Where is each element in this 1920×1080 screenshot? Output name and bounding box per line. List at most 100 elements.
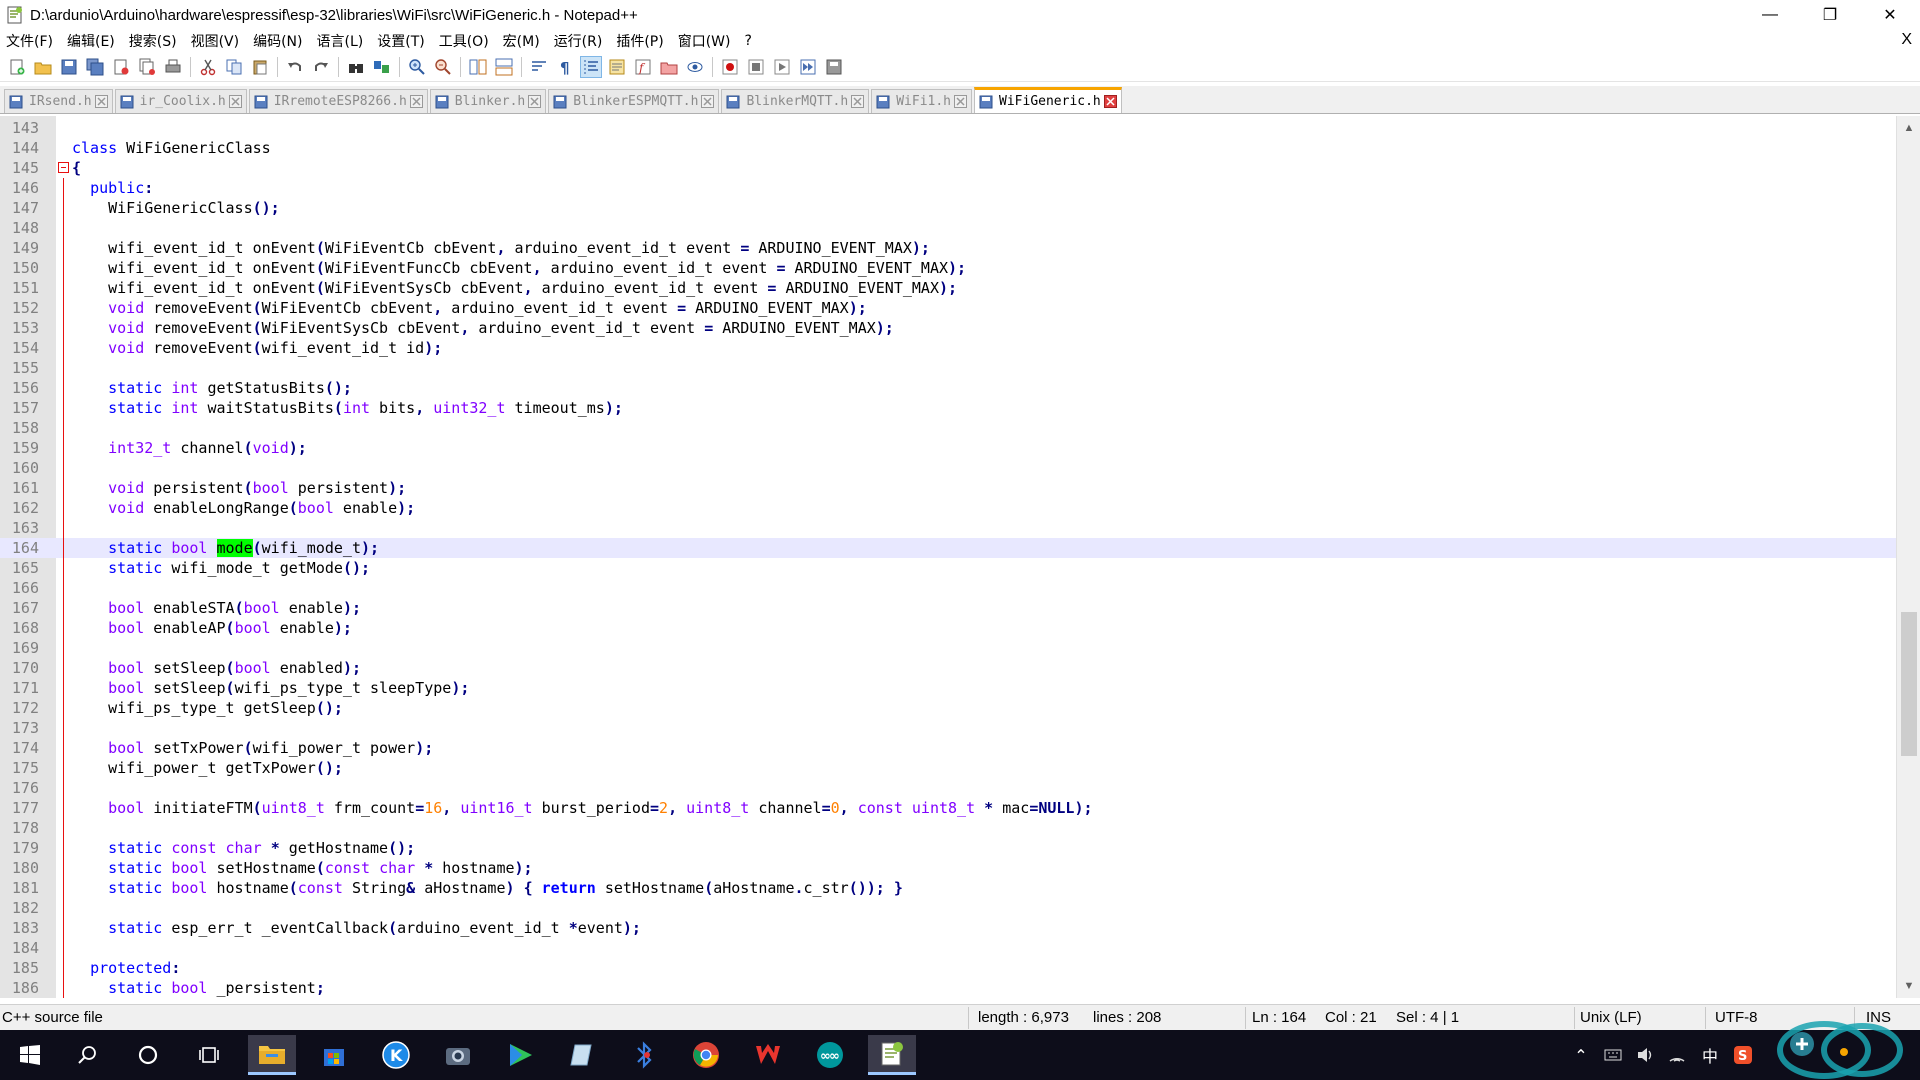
code-line[interactable]: 143 <box>0 118 1896 138</box>
code-text[interactable]: bool enableSTA(bool enable); <box>72 598 361 618</box>
undo-icon[interactable] <box>284 56 306 78</box>
code-line[interactable]: 183 static esp_err_t _eventCallback(ardu… <box>0 918 1896 938</box>
status-eol[interactable]: Unix (LF) <box>1580 1009 1642 1026</box>
close-icon[interactable] <box>110 56 132 78</box>
windows-start-icon[interactable] <box>6 1035 54 1075</box>
menu-plugins[interactable]: 插件(P) <box>609 31 670 51</box>
cut-icon[interactable] <box>197 56 219 78</box>
code-text[interactable]: static int waitStatusBits(int bits, uint… <box>72 398 623 418</box>
network-icon[interactable] <box>1662 1030 1692 1080</box>
code-text[interactable]: bool setSleep(wifi_ps_type_t sleepType); <box>72 678 469 698</box>
record-macro-icon[interactable] <box>719 56 741 78</box>
code-text[interactable]: protected: <box>72 958 180 978</box>
code-text[interactable]: bool setSleep(bool enabled); <box>72 658 361 678</box>
code-line[interactable]: 169 <box>0 638 1896 658</box>
scroll-down-icon[interactable]: ▼ <box>1897 976 1920 996</box>
code-text[interactable]: static int getStatusBits(); <box>72 378 352 398</box>
code-line[interactable]: 165 static wifi_mode_t getMode(); <box>0 558 1896 578</box>
code-line[interactable]: 158 <box>0 418 1896 438</box>
menu-language[interactable]: 语言(L) <box>310 31 371 51</box>
code-line[interactable]: 170 bool setSleep(bool enabled); <box>0 658 1896 678</box>
notes-icon[interactable] <box>558 1035 606 1075</box>
file-explorer-icon[interactable] <box>248 1035 296 1075</box>
tab-close-icon[interactable] <box>701 95 715 108</box>
code-text[interactable]: static bool hostname(const String& aHost… <box>72 878 903 898</box>
tab-blinkerespmqtt[interactable]: BlinkerESPMQTT.h <box>548 89 720 113</box>
code-line[interactable]: 146 public: <box>0 178 1896 198</box>
code-line[interactable]: 186 static bool _persistent; <box>0 978 1896 998</box>
code-line[interactable]: 181 static bool hostname(const String& a… <box>0 878 1896 898</box>
code-line[interactable]: 163 <box>0 518 1896 538</box>
wps-office-icon[interactable] <box>744 1035 792 1075</box>
menu-macro[interactable]: 宏(M) <box>496 31 547 51</box>
code-text[interactable]: static bool mode(wifi_mode_t); <box>72 538 379 558</box>
code-line[interactable]: 176 <box>0 778 1896 798</box>
open-file-icon[interactable] <box>32 56 54 78</box>
code-line[interactable]: 168 bool enableAP(bool enable); <box>0 618 1896 638</box>
code-text[interactable]: static bool setHostname(const char * hos… <box>72 858 532 878</box>
menu-file[interactable]: 文件(F) <box>0 31 60 51</box>
code-line[interactable]: 185 protected: <box>0 958 1896 978</box>
code-text[interactable]: static bool _persistent; <box>72 978 325 998</box>
save-macro-icon[interactable] <box>823 56 845 78</box>
code-text[interactable]: int32_t channel(void); <box>72 438 307 458</box>
code-line[interactable]: 155 <box>0 358 1896 378</box>
code-line[interactable]: 174 bool setTxPower(wifi_power_t power); <box>0 738 1896 758</box>
code-line[interactable]: 178 <box>0 818 1896 838</box>
tab-blinker[interactable]: Blinker.h <box>429 89 547 113</box>
tab-close-icon[interactable] <box>851 95 865 108</box>
save-icon[interactable] <box>58 56 80 78</box>
scrollbar-thumb[interactable] <box>1901 612 1917 756</box>
code-line[interactable]: 148 <box>0 218 1896 238</box>
code-text[interactable]: bool setTxPower(wifi_power_t power); <box>72 738 433 758</box>
code-text[interactable]: void removeEvent(wifi_event_id_t id); <box>72 338 442 358</box>
tab-wifi1[interactable]: WiFi1.h <box>871 89 973 113</box>
code-line[interactable]: 150 wifi_event_id_t onEvent(WiFiEventFun… <box>0 258 1896 278</box>
code-line[interactable]: 166 <box>0 578 1896 598</box>
tab-irremoteesp8266[interactable]: IRremoteESP8266.h <box>248 89 428 113</box>
code-text[interactable]: wifi_event_id_t onEvent(WiFiEventCb cbEv… <box>72 238 930 258</box>
code-line[interactable]: 149 wifi_event_id_t onEvent(WiFiEventCb … <box>0 238 1896 258</box>
code-text[interactable]: class WiFiGenericClass <box>72 138 271 158</box>
zoom-out-icon[interactable] <box>432 56 454 78</box>
find-icon[interactable] <box>345 56 367 78</box>
code-line[interactable]: 175 wifi_power_t getTxPower(); <box>0 758 1896 778</box>
sync-vertical-icon[interactable] <box>467 56 489 78</box>
code-line[interactable]: 182 <box>0 898 1896 918</box>
bluetooth-tool-icon[interactable] <box>620 1035 668 1075</box>
save-all-icon[interactable] <box>84 56 106 78</box>
tab-close-icon[interactable] <box>409 95 423 108</box>
code-line[interactable]: 147 WiFiGenericClass(); <box>0 198 1896 218</box>
input-method-indicator[interactable]: 中 <box>1694 1030 1726 1080</box>
play-macro-icon[interactable] <box>771 56 793 78</box>
code-text[interactable]: void removeEvent(WiFiEventCb cbEvent, ar… <box>72 298 867 318</box>
code-line[interactable]: 156 static int getStatusBits(); <box>0 378 1896 398</box>
code-line[interactable]: 152 void removeEvent(WiFiEventCb cbEvent… <box>0 298 1896 318</box>
code-line[interactable]: 154 void removeEvent(wifi_event_id_t id)… <box>0 338 1896 358</box>
monitoring-icon[interactable] <box>684 56 706 78</box>
document-map-icon[interactable] <box>606 56 628 78</box>
zoom-in-icon[interactable] <box>406 56 428 78</box>
code-text[interactable]: wifi_power_t getTxPower(); <box>72 758 343 778</box>
print-icon[interactable] <box>162 56 184 78</box>
close-button[interactable]: ✕ <box>1860 0 1920 30</box>
menu-tools[interactable]: 工具(O) <box>432 31 496 51</box>
code-editor[interactable]: 143 144 class WiFiGenericClass 145 {146 publ… <box>0 116 1920 998</box>
code-text[interactable]: void enableLongRange(bool enable); <box>72 498 415 518</box>
code-text[interactable]: WiFiGenericClass(); <box>72 198 280 218</box>
code-text[interactable]: public: <box>72 178 153 198</box>
new-file-icon[interactable] <box>6 56 28 78</box>
menu-view[interactable]: 视图(V) <box>184 31 247 51</box>
code-text[interactable]: bool initiateFTM(uint8_t frm_count=16, u… <box>72 798 1092 818</box>
stop-macro-icon[interactable] <box>745 56 767 78</box>
close-all-icon[interactable] <box>136 56 158 78</box>
menu-settings[interactable]: 设置(T) <box>370 31 431 51</box>
tab-close-icon[interactable] <box>954 95 968 108</box>
fold-toggle-icon[interactable] <box>58 162 69 173</box>
word-wrap-icon[interactable] <box>528 56 550 78</box>
code-text[interactable]: wifi_event_id_t onEvent(WiFiEventSysCb c… <box>72 278 957 298</box>
tab-close-icon[interactable] <box>228 95 242 108</box>
sogou-ime-icon[interactable]: S <box>1728 1030 1758 1080</box>
run-macro-multiple-icon[interactable] <box>797 56 819 78</box>
notepadpp-icon[interactable] <box>868 1035 916 1075</box>
